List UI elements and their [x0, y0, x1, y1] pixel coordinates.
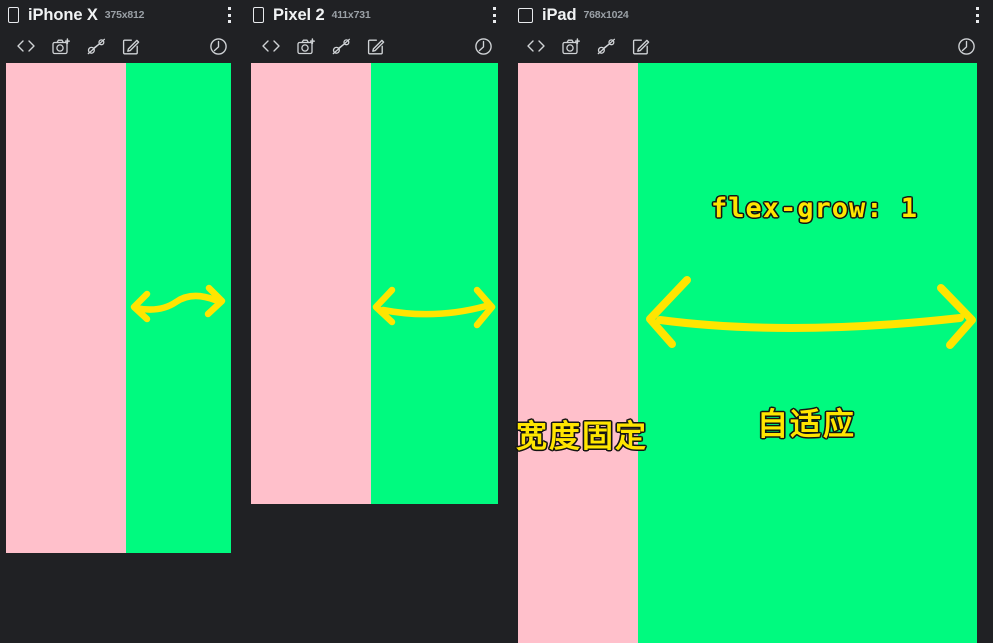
tablet-icon	[518, 7, 533, 23]
kebab-dot	[975, 20, 979, 23]
rotate-refresh-icon[interactable]	[952, 34, 980, 58]
device-dimensions: 411x731	[331, 9, 371, 21]
device-dimensions: 768x1024	[583, 9, 629, 21]
device-header: iPhone X 375x812	[0, 0, 245, 30]
more-options-button[interactable]	[492, 7, 496, 23]
code-brackets-icon[interactable]	[522, 34, 550, 58]
kebab-dot	[227, 13, 231, 17]
device-toolbar	[245, 30, 510, 62]
inspect-ruler-icon[interactable]	[592, 34, 620, 58]
fixed-width-pane	[518, 63, 638, 643]
code-brackets-icon[interactable]	[257, 34, 285, 58]
camera-screenshot-icon[interactable]	[557, 34, 585, 58]
inspect-ruler-icon[interactable]	[327, 34, 355, 58]
device-header: iPad 768x1024	[510, 0, 993, 30]
device-viewport-pixel-2	[251, 63, 498, 504]
inspect-ruler-icon[interactable]	[82, 34, 110, 58]
phone-icon	[8, 7, 19, 23]
kebab-dot	[975, 7, 979, 10]
rotate-refresh-icon[interactable]	[469, 34, 497, 58]
kebab-dot	[492, 13, 496, 17]
camera-screenshot-icon[interactable]	[47, 34, 75, 58]
device-dimensions: 375x812	[104, 9, 145, 21]
phone-icon	[253, 7, 264, 23]
device-name: Pixel 2	[273, 5, 325, 24]
device-viewport-ipad	[518, 63, 977, 643]
edit-square-icon[interactable]	[117, 34, 145, 58]
device-name: iPhone X	[28, 5, 98, 24]
kebab-dot	[227, 20, 231, 23]
fixed-width-pane	[251, 63, 371, 504]
fixed-width-pane	[6, 63, 126, 553]
rotate-refresh-icon[interactable]	[204, 34, 232, 58]
device-toolbar	[0, 30, 245, 62]
responsive-preview-stage: iPhone X 375x812 Pixel 2 411x731 iPad 76…	[0, 0, 993, 643]
device-header: Pixel 2 411x731	[245, 0, 510, 30]
edit-square-icon[interactable]	[627, 34, 655, 58]
kebab-dot	[975, 13, 979, 17]
device-toolbar	[510, 30, 993, 62]
kebab-dot	[492, 20, 496, 23]
flex-grow-pane	[126, 63, 231, 553]
edit-square-icon[interactable]	[362, 34, 390, 58]
kebab-dot	[492, 7, 496, 10]
device-name: iPad	[542, 5, 577, 24]
flex-grow-pane	[638, 63, 977, 643]
flex-grow-pane	[371, 63, 498, 504]
kebab-dot	[227, 7, 231, 10]
code-brackets-icon[interactable]	[12, 34, 40, 58]
device-viewport-iphone-x	[6, 63, 231, 553]
more-options-button[interactable]	[227, 7, 231, 23]
more-options-button[interactable]	[975, 7, 979, 23]
camera-screenshot-icon[interactable]	[292, 34, 320, 58]
